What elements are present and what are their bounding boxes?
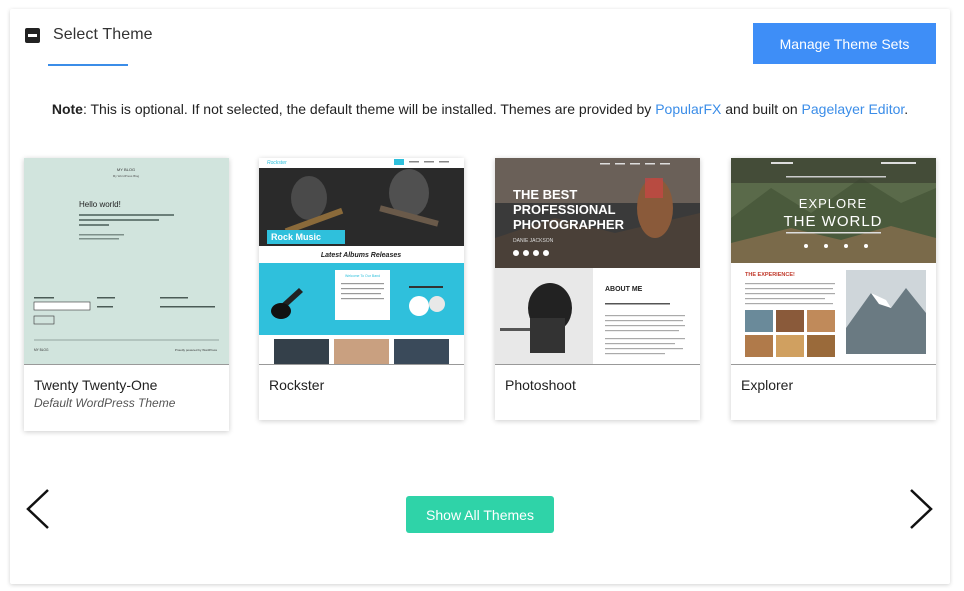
preview-line2: PROFESSIONAL [513, 202, 616, 217]
preview-line2: THE WORLD [784, 213, 883, 230]
preview-about: ABOUT ME [605, 286, 643, 293]
theme-preview-rockster: Rockster Rock Music Latest Albums Releas… [259, 158, 464, 364]
note-text: Note: This is optional. If not selected,… [24, 98, 936, 120]
preview-section-title: Latest Albums Releases [321, 252, 401, 259]
minus-square-icon[interactable] [25, 27, 40, 43]
show-all-themes-button[interactable]: Show All Themes [406, 496, 554, 533]
select-theme-toggle[interactable]: Select Theme [25, 26, 153, 44]
preview-logo: Rockster [267, 160, 287, 166]
section-title: Select Theme [53, 26, 153, 43]
theme-selector-panel: Select Theme Manage Theme Sets Note: Thi… [10, 9, 950, 584]
theme-card-explorer[interactable]: EXPLORE THE WORLD THE EXPERIENCE! Explor… [731, 158, 936, 420]
theme-card-photoshoot[interactable]: THE BEST PROFESSIONAL PHOTOGRAPHER DANIE… [495, 158, 700, 420]
title-underline [48, 64, 128, 66]
theme-name: Explorer [741, 377, 794, 393]
preview-section: THE EXPERIENCE! [745, 272, 795, 278]
preview-footer-right: Proudly powered by WordPress [175, 348, 218, 352]
chevron-right-icon[interactable] [905, 487, 935, 531]
preview-site-title: MY BLOG [117, 167, 135, 172]
note-text-part2: and built on [721, 101, 802, 117]
preview-box-title: Welcome To Our Band [345, 274, 380, 278]
preview-line3: PHOTOGRAPHER [513, 217, 625, 232]
theme-subtitle: Default WordPress Theme [34, 396, 176, 410]
theme-card-rockster[interactable]: Rockster Rock Music Latest Albums Releas… [259, 158, 464, 420]
theme-name: Photoshoot [505, 377, 576, 393]
preview-tagline: My WordPress Blog [113, 174, 140, 178]
note-label: Note [51, 101, 83, 117]
manage-theme-sets-button[interactable]: Manage Theme Sets [753, 23, 936, 64]
note-text-part1: : This is optional. If not selected, the… [82, 101, 656, 117]
preview-line1: EXPLORE [799, 196, 867, 211]
popularfx-link[interactable]: PopularFX [655, 101, 721, 117]
chevron-left-icon[interactable] [24, 487, 54, 531]
preview-heading: Hello world! [79, 200, 121, 209]
theme-name: Rockster [269, 377, 325, 393]
pagelayer-editor-link[interactable]: Pagelayer Editor [802, 101, 905, 117]
preview-footer-left: MY BLOG [34, 348, 49, 352]
theme-preview-photoshoot: THE BEST PROFESSIONAL PHOTOGRAPHER DANIE… [495, 158, 700, 364]
preview-banner: Rock Music [271, 232, 321, 242]
theme-name: Twenty Twenty-One [34, 377, 158, 393]
note-text-part3: . [904, 101, 909, 117]
preview-author: DANIE JACKSON [513, 238, 554, 244]
theme-card-twenty-twenty-one[interactable]: MY BLOG My WordPress Blog Hello world! M… [24, 158, 229, 431]
preview-line1: THE BEST [513, 187, 577, 202]
theme-preview-explorer: EXPLORE THE WORLD THE EXPERIENCE! [731, 158, 936, 364]
theme-preview-twenty-twenty-one: MY BLOG My WordPress Blog Hello world! M… [24, 158, 229, 364]
